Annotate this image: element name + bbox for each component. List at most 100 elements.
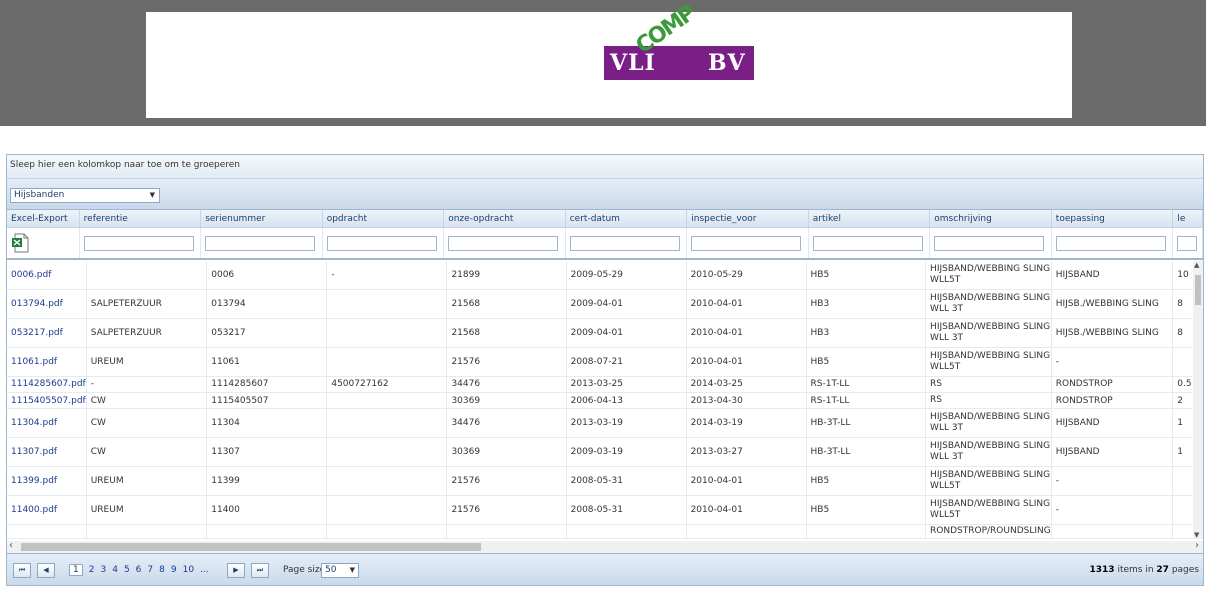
- pdf-link[interactable]: 1114285607.pdf: [7, 376, 87, 394]
- column-filter-input[interactable]: [326, 235, 437, 251]
- total-items: 1313: [1089, 565, 1115, 575]
- page-link[interactable]: 7: [147, 565, 153, 575]
- table-row[interactable]: 11399.pdf UREUM 11399 21576 2008-05-31 2010-0…: [7, 466, 1203, 496]
- column-header-col-6[interactable]: inspectie_voor: [686, 210, 809, 228]
- table-cell: [686, 524, 807, 539]
- table-cell: [326, 392, 448, 410]
- column-header-col-8[interactable]: omschrijving: [929, 210, 1052, 228]
- page-link[interactable]: 6: [136, 565, 142, 575]
- column-header-excel-export[interactable]: Excel-Export: [7, 210, 80, 228]
- column-header-col-5[interactable]: cert-datum: [565, 210, 688, 228]
- column-header-col-4[interactable]: onze-opdracht: [443, 210, 566, 228]
- column-filter-input[interactable]: [448, 235, 559, 251]
- table-row[interactable]: 1114285607.pdf -1114285607 4500727162 34476…: [7, 376, 1203, 394]
- scroll-left-icon[interactable]: ‹: [9, 540, 13, 551]
- group-panel[interactable]: Sleep hier een kolomkop naar toe om te g…: [7, 155, 1203, 179]
- column-filter-input[interactable]: [1055, 235, 1166, 251]
- page-link[interactable]: 3: [100, 565, 106, 575]
- table-row[interactable]: RONDSTROP/ROUNDSLING: [7, 524, 1203, 539]
- table-cell: 11307: [206, 437, 328, 467]
- page-size-dropdown[interactable]: 50 ▼: [321, 563, 359, 578]
- prev-page-button[interactable]: ◀: [37, 563, 55, 578]
- column-header-col-1[interactable]: referentie: [79, 210, 202, 228]
- pdf-link[interactable]: 11399.pdf: [7, 466, 87, 496]
- scroll-down-icon[interactable]: ▼: [1194, 531, 1199, 539]
- page-link[interactable]: 8: [159, 565, 165, 575]
- table-cell: 11061: [206, 347, 328, 377]
- horizontal-scrollbar[interactable]: ‹ ›: [7, 540, 1203, 553]
- page-link[interactable]: 5: [124, 565, 130, 575]
- first-page-button[interactable]: ⏮: [13, 563, 31, 578]
- page-link[interactable]: 1: [69, 564, 83, 576]
- table-cell: 30369: [446, 392, 567, 410]
- table-row[interactable]: 1115405507.pdf CW 1115405507 30369 2006-04-1…: [7, 392, 1203, 410]
- pdf-link[interactable]: 053217.pdf: [7, 318, 87, 348]
- table-cell: -: [1051, 495, 1174, 525]
- table-row[interactable]: 11061.pdf UREUM 11061 21576 2008-07-21 2010-0…: [7, 347, 1203, 377]
- table-cell: [86, 524, 208, 539]
- vertical-scroll-thumb[interactable]: [1195, 275, 1201, 305]
- column-header-col-7[interactable]: artikel: [808, 210, 931, 228]
- table-cell: 0006: [206, 261, 328, 291]
- table-cell: [446, 524, 567, 539]
- table-cell: HIJSBAND/WEBBING SLING WLL 3T: [925, 289, 1052, 320]
- pdf-link[interactable]: 11061.pdf: [7, 347, 87, 377]
- column-filter-input[interactable]: [934, 235, 1045, 251]
- column-header-col-9[interactable]: toepassing: [1051, 210, 1174, 228]
- column-header-col-10[interactable]: le: [1172, 210, 1203, 228]
- pdf-link[interactable]: 013794.pdf: [7, 289, 87, 320]
- category-dropdown-value: Hijsbanden: [14, 190, 65, 200]
- table-row[interactable]: 0006.pdf 0006-21899 2009-05-29 2010-05-29 HB…: [7, 261, 1203, 291]
- table-cell: HB-3T-LL: [806, 437, 927, 467]
- table-cell: [806, 524, 927, 539]
- column-header-col-2[interactable]: serienummer: [200, 210, 323, 228]
- horizontal-scroll-thumb[interactable]: [21, 543, 481, 551]
- column-header-col-3[interactable]: opdracht: [322, 210, 445, 228]
- table-cell: 2008-05-31: [566, 466, 687, 496]
- page-link[interactable]: 2: [89, 565, 95, 575]
- excel-icon[interactable]: [11, 233, 29, 253]
- page-link[interactable]: 4: [112, 565, 118, 575]
- table-cell: [326, 524, 448, 539]
- page-link[interactable]: 9: [171, 565, 177, 575]
- table-cell: 2013-04-30: [686, 392, 807, 410]
- filter-cell: [808, 227, 931, 260]
- table-cell: 21899: [446, 261, 567, 291]
- page-link[interactable]: ...: [200, 565, 209, 575]
- pdf-link[interactable]: 0006.pdf: [7, 261, 87, 291]
- pdf-link[interactable]: 11400.pdf: [7, 495, 87, 525]
- page-link[interactable]: 10: [183, 565, 194, 575]
- column-filter-input[interactable]: [83, 235, 194, 251]
- table-row[interactable]: 11400.pdf UREUM 11400 21576 2008-05-31 2010-0…: [7, 495, 1203, 525]
- column-filter-input[interactable]: [812, 235, 923, 251]
- column-filter-input[interactable]: [205, 235, 316, 251]
- table-cell: 2014-03-25: [686, 376, 807, 394]
- scroll-right-icon[interactable]: ›: [1195, 540, 1199, 551]
- filter-cell: [79, 227, 202, 260]
- next-page-button[interactable]: ▶: [227, 563, 245, 578]
- column-filter-input[interactable]: [691, 235, 802, 251]
- category-dropdown[interactable]: Hijsbanden ▼: [10, 188, 160, 203]
- column-filter-input[interactable]: [569, 235, 680, 251]
- table-row[interactable]: 11304.pdf CW 11304 34476 2013-03-19 2014-03-1…: [7, 408, 1203, 439]
- table-cell: -: [326, 261, 448, 291]
- pdf-link[interactable]: 1115405507.pdf: [7, 392, 87, 410]
- table-row[interactable]: 013794.pdf SALPETERZUUR 013794 21568 2009-04…: [7, 289, 1203, 320]
- table-cell: RONDSTROP: [1051, 376, 1174, 394]
- vertical-scrollbar[interactable]: ▲ ▼: [1193, 261, 1203, 539]
- table-cell: HB3: [806, 289, 927, 320]
- pdf-link[interactable]: 11307.pdf: [7, 437, 87, 467]
- table-cell: 2008-05-31: [566, 495, 687, 525]
- column-filter-input[interactable]: [1177, 235, 1198, 251]
- table-cell: RS: [925, 376, 1052, 394]
- table-row[interactable]: 11307.pdf CW 11307 30369 2009-03-19 2013-03-2…: [7, 437, 1203, 467]
- table-cell: 2010-04-01: [686, 347, 807, 377]
- pdf-link[interactable]: [7, 524, 87, 539]
- table-cell: HIJSBAND/WEBBING SLING WLL 3T: [925, 408, 1052, 439]
- pdf-link[interactable]: 11304.pdf: [7, 408, 87, 439]
- table-cell: -: [1051, 466, 1174, 496]
- scroll-up-icon[interactable]: ▲: [1194, 261, 1199, 269]
- last-page-button[interactable]: ⏭: [251, 563, 269, 578]
- table-row[interactable]: 053217.pdf SALPETERZUUR 053217 21568 2009-04…: [7, 318, 1203, 348]
- table-cell: SALPETERZUUR: [86, 289, 208, 320]
